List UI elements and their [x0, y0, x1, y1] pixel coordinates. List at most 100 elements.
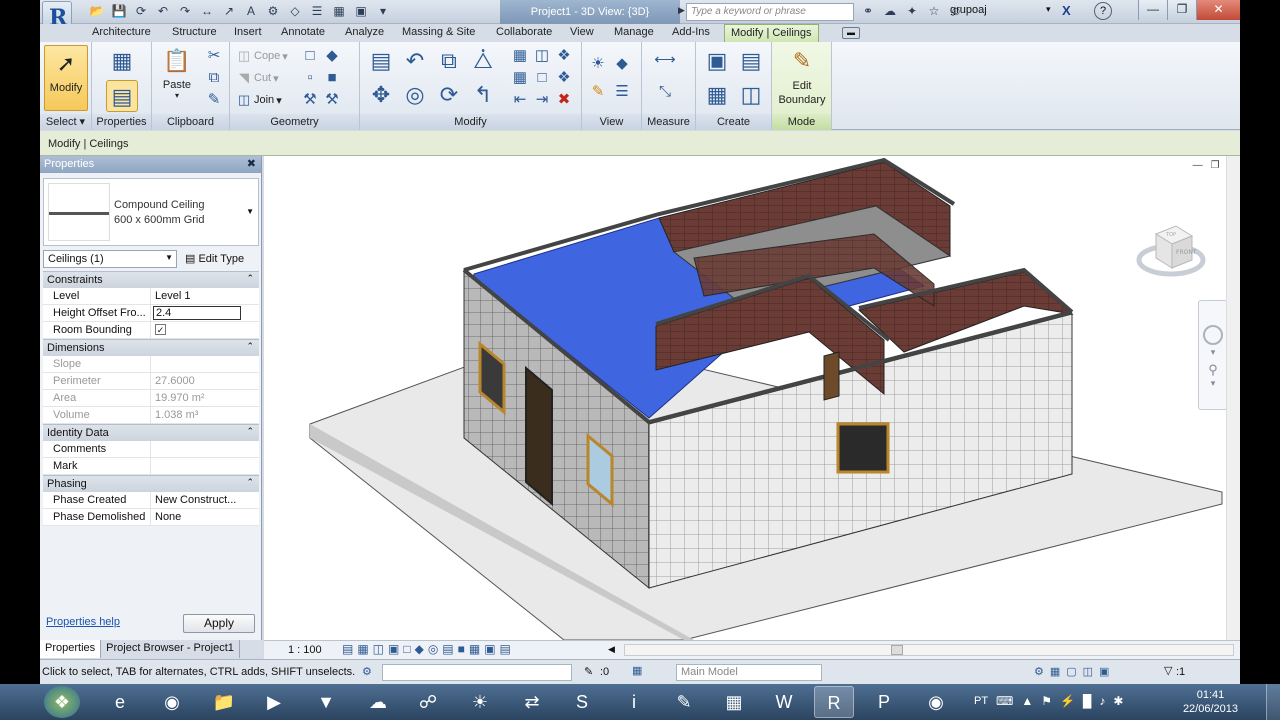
tab-collaborate[interactable]: Collaborate	[490, 24, 558, 42]
worksets-combo[interactable]	[382, 664, 572, 681]
edit-boundary-button[interactable]: ✎ Edit Boundary	[776, 45, 828, 107]
tab-project-browser[interactable]: Project Browser - Project1	[101, 640, 240, 658]
calculator-icon[interactable]: ▦	[714, 686, 754, 718]
tab-massing-site[interactable]: Massing & Site	[396, 24, 481, 42]
tab-add-ins[interactable]: Add-Ins	[666, 24, 716, 42]
open-icon[interactable]: 📂	[88, 3, 106, 20]
property-value[interactable]: Level 1	[151, 288, 259, 304]
collapse-icon[interactable]: ⌃	[246, 273, 254, 284]
section-header[interactable]: Dimensions ⌃	[43, 339, 259, 356]
selection-filter-icons[interactable]: ⚙▦▢◫▣	[1034, 665, 1115, 678]
rotate-icon[interactable]: ⟳	[434, 80, 464, 110]
infocenter-search-input[interactable]: Type a keyword or phrase	[686, 3, 854, 21]
modify-button[interactable]: ➚ Modify	[44, 45, 88, 111]
undo-icon[interactable]: ↶	[154, 3, 172, 20]
user-dropdown-icon[interactable]: ▾	[1046, 4, 1051, 15]
trim-extend-icon[interactable]: ↰	[468, 80, 498, 110]
section-icon[interactable]: ◇	[286, 3, 304, 20]
network-icon[interactable]: ☍	[408, 686, 448, 718]
clock[interactable]: 01:41 22/06/2013	[1183, 688, 1238, 716]
search-expand-icon[interactable]: ▶	[678, 5, 685, 16]
split-gap-icon[interactable]: ◫	[532, 46, 552, 66]
demolish-icon[interactable]: ⚒	[300, 90, 320, 110]
aligned-dimension-icon[interactable]: ⤡	[650, 82, 680, 102]
room-bounding-checkbox[interactable]: ✓	[155, 324, 166, 335]
property-value-input[interactable]: 2.4	[153, 306, 241, 320]
section-header[interactable]: Constraints ⌃	[43, 271, 259, 288]
favorites-star-icon[interactable]: ☆	[926, 3, 942, 20]
restore-icon[interactable]: ❐	[1167, 0, 1196, 20]
view-control-icons[interactable]: ▤▦◫▣□◆◎▤■▦▣▤	[342, 642, 515, 656]
dimension-icon[interactable]: ↗	[220, 3, 238, 20]
text-icon[interactable]: A	[242, 3, 260, 20]
copy-icon[interactable]: ⧉	[204, 68, 224, 88]
instance-filter-select[interactable]: Ceilings (1) ▼	[43, 250, 177, 268]
split-element-icon[interactable]: ▦	[510, 46, 530, 66]
remove-paint-icon[interactable]: ⚒	[322, 90, 342, 110]
trim-single-icon[interactable]: ⇥	[532, 90, 552, 110]
array-icon[interactable]: ▦	[510, 68, 530, 88]
select-dropdown[interactable]: Select ▾	[40, 114, 91, 130]
zoom-dropdown-icon[interactable]: ▾	[1199, 378, 1227, 389]
apply-button[interactable]: Apply	[183, 614, 255, 633]
property-value[interactable]: None	[151, 509, 259, 525]
scroll-left-icon[interactable]: ◀	[608, 644, 615, 655]
paste-button[interactable]: 📋 Paste ▾	[158, 45, 196, 100]
steering-wheel-icon[interactable]	[1203, 325, 1223, 345]
worksets-icon[interactable]: ⚙	[362, 665, 372, 678]
copy-element-icon[interactable]: ◎	[400, 80, 430, 110]
close-hidden-icon[interactable]: ▦	[330, 3, 348, 20]
downloader-icon[interactable]: ▼	[306, 686, 346, 718]
design-options-icon[interactable]: ▦	[632, 664, 642, 677]
view-scale[interactable]: 1 : 100	[288, 644, 322, 656]
section-header[interactable]: Phasing ⌃	[43, 475, 259, 492]
wall-joins-icon[interactable]: □	[300, 46, 320, 66]
match-type-icon[interactable]: ✎	[204, 90, 224, 110]
override-graphics-icon[interactable]: ◆	[612, 54, 632, 74]
viewport-minimize-icon[interactable]: —	[1193, 160, 1203, 171]
design-option-combo[interactable]: Main Model	[676, 664, 822, 681]
tab-properties[interactable]: Properties	[40, 640, 102, 658]
revit-taskbar-icon[interactable]: R	[814, 686, 854, 718]
horizontal-scrollbar[interactable]	[624, 644, 1234, 656]
autocad-icon[interactable]: ✎	[664, 686, 704, 718]
cut-scissors-icon[interactable]: ✂	[204, 46, 224, 66]
minimize-icon[interactable]: —	[1138, 0, 1167, 20]
scale-icon[interactable]: □	[532, 68, 552, 88]
properties-help-link[interactable]: Properties help	[46, 616, 120, 628]
viewport-vertical-scrollbar[interactable]	[1226, 156, 1240, 640]
ribbon-minimize-icon[interactable]: ▬	[842, 27, 860, 39]
info-icon[interactable]: i	[614, 686, 654, 718]
tab-insert[interactable]: Insert	[228, 24, 268, 42]
collapse-icon[interactable]: ⌃	[246, 477, 254, 488]
file-explorer-icon[interactable]: 📁	[204, 686, 244, 718]
qat-dropdown-icon[interactable]: ▾	[374, 3, 392, 20]
scroll-thumb[interactable]	[891, 645, 903, 655]
pin-icon[interactable]: ❖	[554, 46, 574, 66]
binoculars-icon[interactable]: ⚭	[860, 3, 876, 20]
messenger-icon[interactable]: ☁	[358, 686, 398, 718]
linework-icon[interactable]: ✎	[588, 82, 608, 102]
viewport-restore-icon[interactable]: ❐	[1211, 160, 1220, 171]
save-icon[interactable]: 💾	[110, 3, 128, 20]
measure-between-icon[interactable]: ⟷	[650, 50, 680, 70]
properties-button[interactable]: ▤	[104, 80, 140, 114]
start-button[interactable]: ❖	[44, 686, 80, 718]
viewcube[interactable]: TOP FRONT	[1136, 216, 1206, 286]
steering-dropdown-icon[interactable]: ▾	[1199, 347, 1227, 358]
editing-requests-icon[interactable]: ✎	[584, 665, 593, 678]
exchange-icon[interactable]: X	[1062, 3, 1071, 18]
tab-view[interactable]: View	[564, 24, 600, 42]
offset-icon[interactable]: ↶	[400, 46, 430, 76]
filter-icon[interactable]: ▽	[1164, 664, 1172, 677]
type-properties-button[interactable]: ▦	[104, 45, 140, 79]
close-icon[interactable]: ✕	[1196, 0, 1240, 20]
skype-icon[interactable]: S	[562, 686, 602, 718]
unjoin-icon[interactable]: ▫	[300, 68, 320, 88]
collapse-icon[interactable]: ⌃	[246, 426, 254, 437]
cope-button[interactable]: ◫ Cope ▾	[236, 48, 288, 64]
property-value[interactable]	[151, 441, 259, 457]
teamviewer-icon[interactable]: ⇄	[512, 686, 552, 718]
type-selector[interactable]: Compound Ceiling 600 x 600mm Grid ▼	[43, 178, 259, 246]
media-player-icon[interactable]: ▶	[254, 686, 294, 718]
